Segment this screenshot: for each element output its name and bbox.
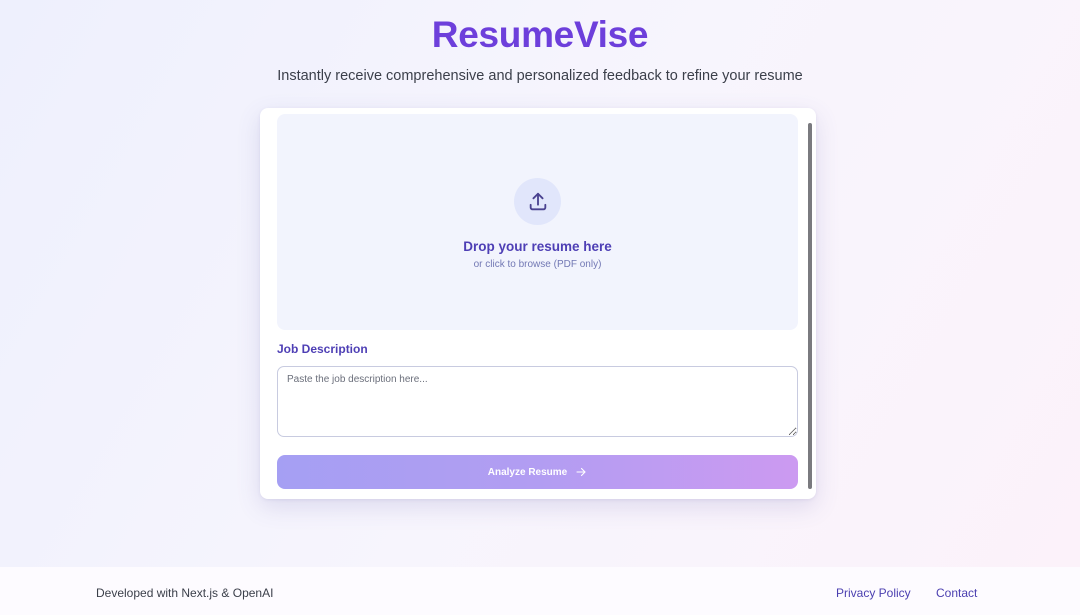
arrow-right-icon: [576, 467, 586, 477]
resume-drop-zone[interactable]: Drop your resume here or click to browse…: [277, 114, 798, 330]
footer-credit: Developed with Next.js & OpenAI: [96, 586, 274, 600]
drop-zone-hint: or click to browse (PDF only): [473, 259, 602, 270]
analyze-button-label: Analyze Resume: [487, 466, 568, 478]
job-description-input[interactable]: [277, 366, 798, 437]
card-scrollbar[interactable]: [808, 108, 814, 499]
upload-icon: [514, 178, 561, 225]
form-scroll-area: Drop your resume here or click to browse…: [277, 108, 799, 499]
page-header: ResumeVise Instantly receive comprehensi…: [0, 0, 1080, 86]
drop-zone-title: Drop your resume here: [463, 239, 612, 254]
page-subtitle: Instantly receive comprehensive and pers…: [277, 68, 803, 84]
scrollbar-thumb[interactable]: [808, 123, 812, 489]
contact-link[interactable]: Contact: [936, 585, 977, 601]
analyze-resume-button[interactable]: Analyze Resume: [277, 455, 798, 489]
app-title: ResumeVise: [431, 14, 649, 55]
page-footer: Developed with Next.js & OpenAI Privacy …: [0, 567, 1080, 615]
resume-form-card: Drop your resume here or click to browse…: [260, 108, 816, 499]
privacy-policy-link[interactable]: Privacy Policy: [836, 585, 911, 601]
job-description-label: Job Description: [277, 342, 368, 356]
